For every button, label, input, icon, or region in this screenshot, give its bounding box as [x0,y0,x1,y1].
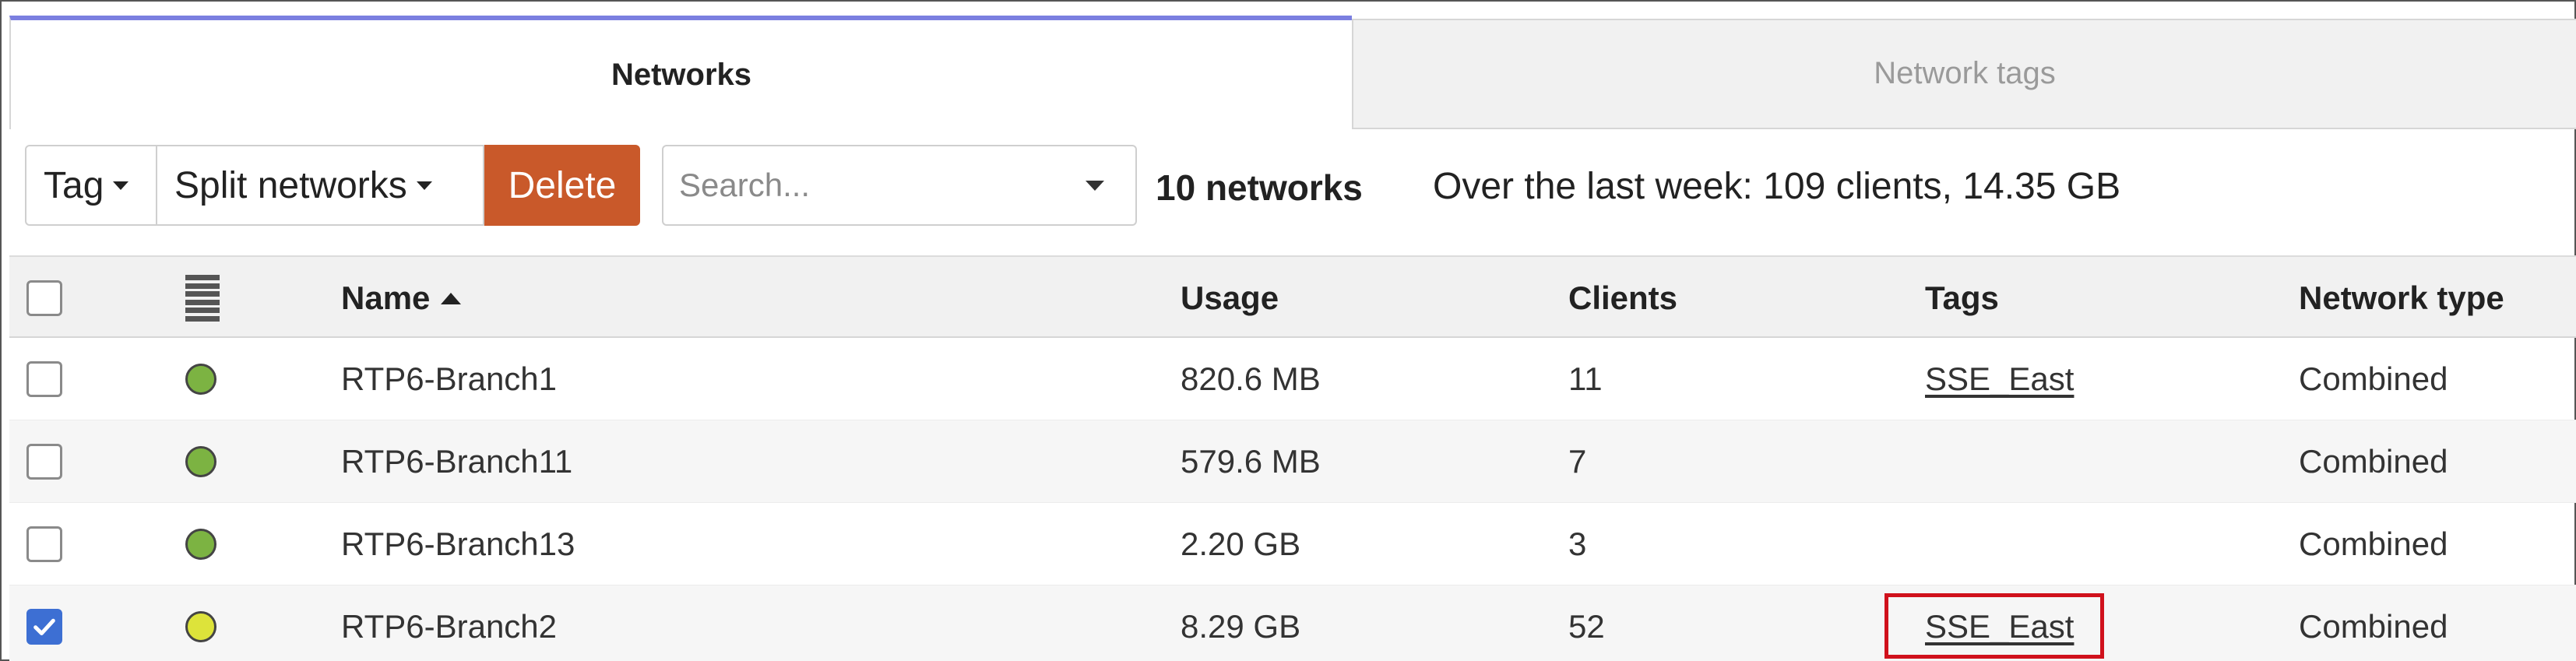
status-dot-icon [185,364,216,395]
network-type: Combined [2299,360,2448,397]
caret-down-icon [113,181,129,190]
window-frame: Networks Network tags Tag Split networks… [0,0,2576,661]
select-all-cell [26,257,62,339]
tab-bar: Networks Network tags [9,16,2576,129]
tag-link[interactable]: SSE_East [1925,360,2074,398]
action-button-group: Tag Split networks Delete [25,145,640,226]
row-checkbox[interactable] [26,444,62,480]
header-tags-label: Tags [1925,280,1999,316]
tab-networks-label: Networks [611,58,752,92]
column-list-icon[interactable] [185,275,220,322]
search-input[interactable] [679,163,1053,207]
row-check-cell [26,420,62,503]
header-usage-label: Usage [1181,280,1279,316]
status-dot-icon [185,611,216,642]
network-clients: 11 [1568,360,1603,397]
network-count: 10 networks [1156,167,1363,208]
row-checkbox[interactable] [26,361,62,397]
status-cell [185,338,216,420]
search-box[interactable] [662,145,1137,226]
network-name[interactable]: RTP6-Branch1 [341,338,557,420]
table-header-row: Name Usage Clients Tags Network type [9,255,2576,338]
status-dot-icon [185,446,216,477]
network-usage: 2.20 GB [1181,526,1301,562]
row-checkbox[interactable] [26,526,62,562]
network-clients: 7 [1568,443,1587,480]
networks-table: Name Usage Clients Tags Network type RTP… [9,255,2576,661]
tags-cell: SSE_East [1925,338,2074,420]
header-network-type[interactable]: Network type [2299,257,2504,339]
checkmark-icon [33,618,55,635]
split-networks-dropdown-button[interactable]: Split networks [157,145,484,226]
table-row[interactable]: RTP6-Branch13 2.20 GB 3 Combined [9,503,2576,585]
usage-summary: Over the last week: 109 clients, 14.35 G… [1433,166,2121,207]
header-tags[interactable]: Tags [1925,257,1999,339]
status-dot-icon [185,529,216,560]
delete-button-label: Delete [508,164,617,206]
network-type: Combined [2299,608,2448,645]
dropdown-arrow-icon[interactable] [1086,181,1104,191]
sort-ascending-icon [441,292,462,304]
status-cell [185,420,216,503]
caret-down-icon [416,181,432,190]
tag-dropdown-button[interactable]: Tag [25,145,157,226]
delete-button[interactable]: Delete [484,145,640,226]
header-clients[interactable]: Clients [1568,257,1677,339]
header-clients-label: Clients [1568,280,1678,316]
column-chooser-cell [185,257,220,339]
network-usage: 579.6 MB [1181,443,1321,480]
network-type: Combined [2299,443,2448,480]
tab-network-tags[interactable]: Network tags [1352,19,2576,129]
highlight-annotation-box [1884,593,2104,659]
network-name[interactable]: RTP6-Branch11 [341,420,572,503]
split-networks-label: Split networks [174,164,407,206]
table-row[interactable]: RTP6-Branch2 8.29 GB 52 SSE_East Combine… [9,585,2576,661]
select-all-checkbox[interactable] [26,280,62,316]
table-row[interactable]: RTP6-Branch1 820.6 MB 11 SSE_East Combin… [9,338,2576,420]
status-cell [185,503,216,585]
tab-network-tags-label: Network tags [1874,56,2056,90]
row-check-cell [26,503,62,585]
network-name[interactable]: RTP6-Branch13 [341,503,575,585]
status-cell [185,585,216,661]
header-name[interactable]: Name [341,257,462,339]
network-clients: 52 [1568,608,1605,645]
header-usage[interactable]: Usage [1181,257,1279,339]
network-type: Combined [2299,526,2448,562]
network-usage: 820.6 MB [1181,360,1321,397]
tag-button-label: Tag [44,164,104,206]
network-usage: 8.29 GB [1181,608,1301,645]
row-check-cell [26,338,62,420]
tab-networks[interactable]: Networks [9,16,1352,129]
table-row[interactable]: RTP6-Branch11 579.6 MB 7 Combined [9,420,2576,503]
header-name-label: Name [341,280,431,316]
row-checkbox[interactable] [26,609,62,645]
header-network-type-label: Network type [2299,280,2504,316]
network-clients: 3 [1568,526,1587,562]
network-name[interactable]: RTP6-Branch2 [341,585,557,661]
row-check-cell [26,585,62,661]
